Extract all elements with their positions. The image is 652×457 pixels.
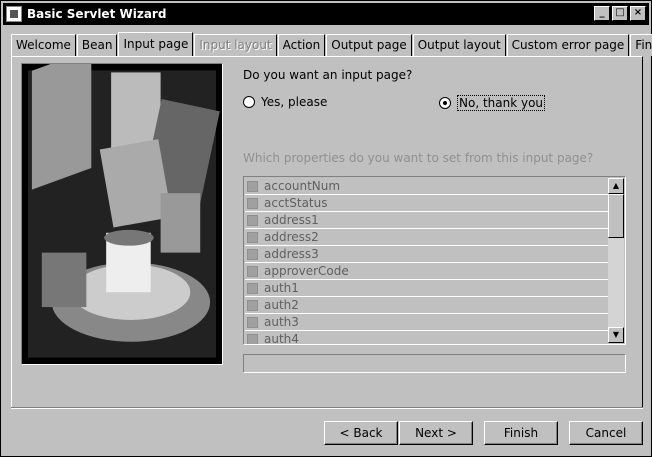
list-item: approverCode bbox=[245, 263, 608, 280]
tab-strip: Welcome Bean Input page Input layout Action O… bbox=[11, 32, 652, 56]
input-page-panel: Do you want an input page? Yes, please N… bbox=[11, 56, 643, 408]
radio-no-label: No, thank you bbox=[457, 95, 546, 111]
radio-no-indicator[interactable] bbox=[439, 97, 451, 109]
status-field bbox=[243, 354, 626, 373]
property-checkbox bbox=[247, 265, 258, 277]
wizard-illustration bbox=[21, 63, 223, 365]
scroll-up-icon[interactable]: ▲ bbox=[608, 178, 624, 194]
list-item: acctStatus bbox=[245, 195, 608, 212]
tab-custom-error-page[interactable]: Custom error page bbox=[506, 34, 630, 56]
finish-button[interactable]: Finish bbox=[484, 421, 558, 445]
radio-yes[interactable]: Yes, please bbox=[243, 95, 327, 109]
properties-scrollbar[interactable]: ▲ ▼ bbox=[608, 178, 624, 343]
list-item: accountNum bbox=[245, 178, 608, 195]
list-item: auth4 bbox=[245, 331, 608, 345]
close-button[interactable]: × bbox=[630, 6, 646, 21]
radio-yes-indicator[interactable] bbox=[243, 96, 255, 108]
wizard-window: Basic Servlet Wizard _ □ × Welcome Bean In… bbox=[0, 0, 652, 457]
property-label: auth2 bbox=[264, 298, 299, 312]
maximize-button[interactable]: □ bbox=[612, 6, 628, 21]
app-icon bbox=[6, 6, 22, 22]
radio-no[interactable]: No, thank you bbox=[439, 95, 546, 111]
property-label: address1 bbox=[264, 213, 319, 227]
property-checkbox bbox=[247, 214, 258, 226]
tab-output-layout[interactable]: Output layout bbox=[412, 34, 506, 56]
window-title: Basic Servlet Wizard bbox=[27, 7, 167, 21]
back-button[interactable]: < Back bbox=[324, 421, 398, 445]
property-checkbox bbox=[247, 197, 258, 209]
property-checkbox bbox=[247, 333, 258, 344]
property-label: acctStatus bbox=[264, 196, 328, 210]
property-checkbox bbox=[247, 316, 258, 328]
list-item: address2 bbox=[245, 229, 608, 246]
footer-divider bbox=[11, 407, 643, 409]
list-item: auth3 bbox=[245, 314, 608, 331]
property-label: address2 bbox=[264, 230, 319, 244]
next-button[interactable]: Next > bbox=[399, 421, 473, 445]
tab-input-layout: Input layout bbox=[194, 34, 277, 56]
tab-action[interactable]: Action bbox=[277, 34, 326, 56]
property-checkbox bbox=[247, 180, 258, 192]
tab-output-page[interactable]: Output page bbox=[326, 34, 412, 56]
property-checkbox bbox=[247, 282, 258, 294]
tab-input-page[interactable]: Input page bbox=[118, 32, 194, 56]
property-label: auth1 bbox=[264, 281, 299, 295]
property-label: auth3 bbox=[264, 315, 299, 329]
property-checkbox bbox=[247, 299, 258, 311]
list-item: address1 bbox=[245, 212, 608, 229]
list-item: address3 bbox=[245, 246, 608, 263]
property-checkbox bbox=[247, 231, 258, 243]
property-label: address3 bbox=[264, 247, 319, 261]
cancel-button[interactable]: Cancel bbox=[569, 421, 643, 445]
input-page-question: Do you want an input page? bbox=[243, 68, 413, 82]
properties-label: Which properties do you want to set from… bbox=[243, 151, 594, 165]
title-bar[interactable]: Basic Servlet Wizard _ □ × bbox=[3, 3, 649, 25]
tab-finish[interactable]: Finish bbox=[630, 34, 652, 56]
list-item: auth1 bbox=[245, 280, 608, 297]
list-item: auth2 bbox=[245, 297, 608, 314]
scroll-down-icon[interactable]: ▼ bbox=[608, 327, 624, 343]
minimize-button[interactable]: _ bbox=[594, 6, 610, 21]
property-label: auth4 bbox=[264, 332, 299, 345]
property-checkbox bbox=[247, 248, 258, 260]
tab-bean[interactable]: Bean bbox=[76, 34, 118, 56]
radio-yes-label: Yes, please bbox=[261, 95, 328, 109]
property-label: approverCode bbox=[264, 264, 349, 278]
properties-list[interactable]: accountNum acctStatus address1 address2 addr… bbox=[243, 176, 626, 345]
property-label: accountNum bbox=[264, 179, 341, 193]
tab-welcome[interactable]: Welcome bbox=[11, 34, 76, 56]
scroll-thumb[interactable] bbox=[608, 194, 624, 238]
